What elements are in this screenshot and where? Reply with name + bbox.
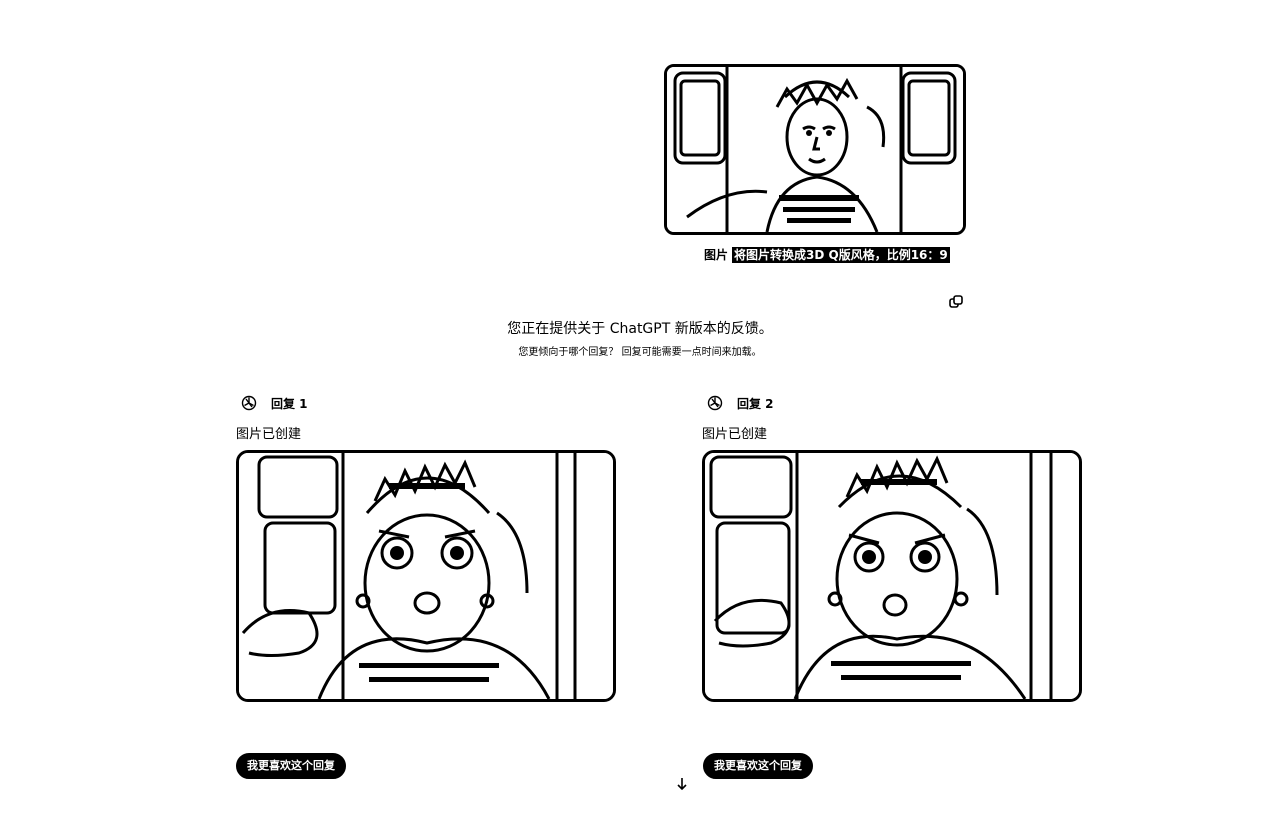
copy-icon xyxy=(949,295,963,308)
scroll-down-button[interactable] xyxy=(675,776,689,792)
prompt-text: 将图片转换成3D Q版风格，比例16：9 xyxy=(732,247,950,263)
response-2: 回复 2 图片已创建 xyxy=(702,393,1082,702)
copy-button[interactable] xyxy=(949,294,963,308)
response-status: 图片已创建 xyxy=(236,427,302,442)
arrow-down-icon xyxy=(677,778,687,791)
chatgpt-logo-icon xyxy=(241,395,257,411)
chatgpt-logo-icon xyxy=(707,395,723,411)
response-1: 回复 1 图片已创建 xyxy=(236,393,616,702)
feedback-subtitle: 您更倾向于哪个回复？ 回复可能需要一点时间来加载。 xyxy=(518,347,762,358)
response-header: 回复 2 xyxy=(702,393,1082,413)
response-label: 回复 2 xyxy=(737,396,774,411)
chibi-character-image xyxy=(239,453,613,699)
chat-page: 图片 将图片转换成3D Q版风格，比例16：9 您正在提供关于 ChatGPT 新… xyxy=(0,0,1280,827)
generated-image[interactable] xyxy=(702,450,1082,702)
generated-image[interactable] xyxy=(236,450,616,702)
response-header: 回复 1 xyxy=(236,393,616,413)
prefer-response-1-button[interactable]: 我更喜欢这个回复 xyxy=(236,753,346,779)
response-label: 回复 1 xyxy=(271,396,308,411)
prefer-response-2-button[interactable]: 我更喜欢这个回复 xyxy=(703,753,813,779)
portrait-sketch-image xyxy=(667,67,963,232)
image-label: 图片 xyxy=(704,248,729,262)
user-uploaded-image[interactable] xyxy=(664,64,966,235)
chibi-character-image xyxy=(705,453,1079,699)
feedback-title: 您正在提供关于 ChatGPT 新版本的反馈。 xyxy=(507,321,773,337)
response-status: 图片已创建 xyxy=(702,427,768,442)
user-prompt: 图片 将图片转换成3D Q版风格，比例16：9 xyxy=(704,246,950,263)
